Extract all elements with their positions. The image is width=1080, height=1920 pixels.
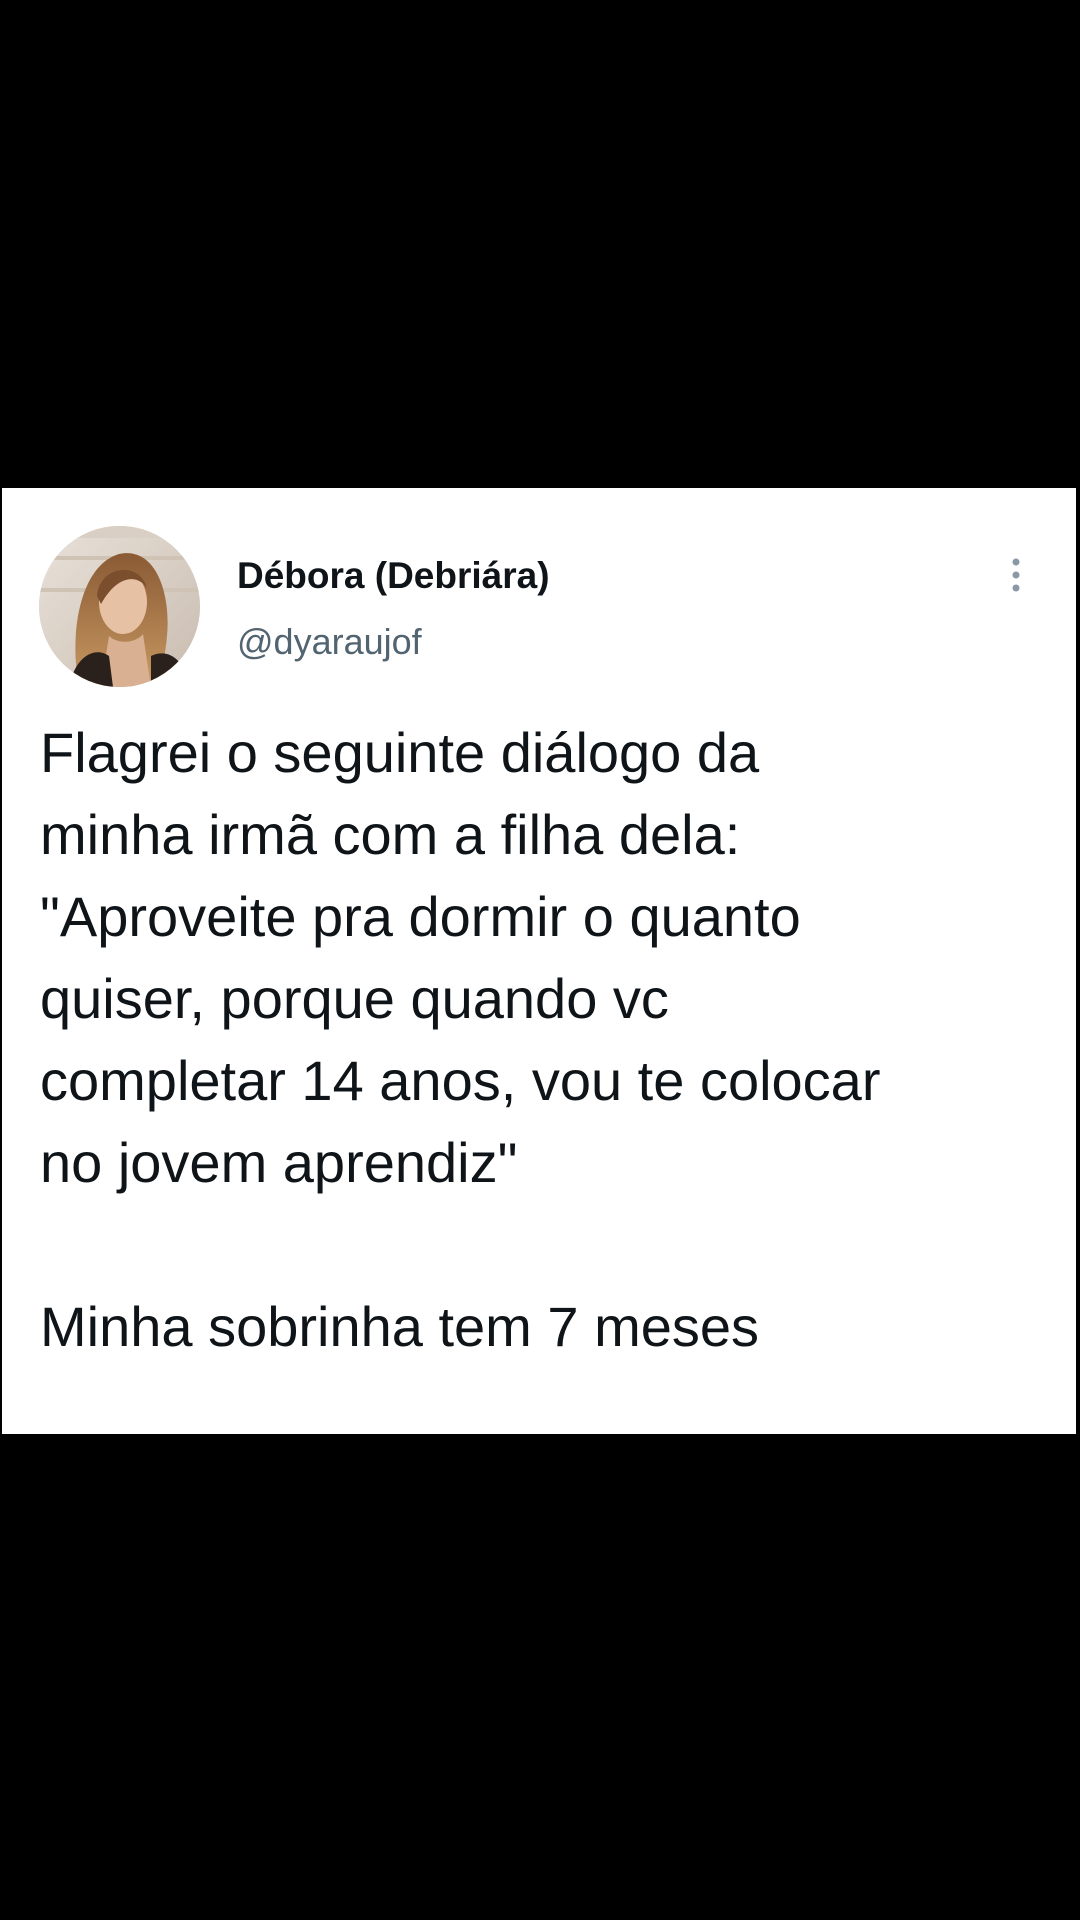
more-options-vertical-icon: [1012, 558, 1020, 592]
display-name[interactable]: Débora (Debriára): [237, 554, 550, 598]
user-handle[interactable]: @dyaraujof: [237, 620, 422, 664]
tweet-text: Flagrei o seguinte diálogo da minha irmã…: [40, 721, 881, 1358]
profile-photo-icon: [39, 526, 200, 687]
tweet-card[interactable]: Débora (Debriára) @dyaraujof Flagrei o s…: [2, 488, 1076, 1434]
more-options-button[interactable]: [1000, 554, 1032, 604]
avatar[interactable]: [39, 526, 200, 687]
screen: Débora (Debriára) @dyaraujof Flagrei o s…: [0, 0, 1080, 1920]
